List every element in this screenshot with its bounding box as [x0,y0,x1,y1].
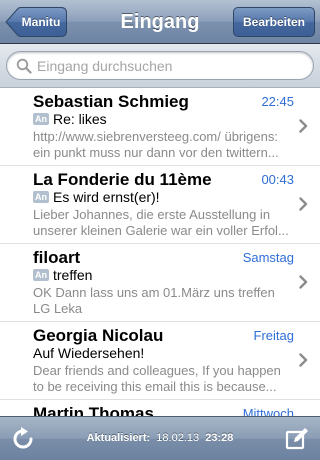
message-preview: Dear friends and colleagues, If you happ… [33,363,281,394]
replied-badge: An [33,113,49,126]
message-subject: Re: likes [53,111,107,127]
chevron-right-icon [299,353,308,367]
refresh-icon[interactable] [11,427,35,451]
message-preview: Lieber Johannes, die erste Ausstellung i… [33,207,289,238]
message-subject: treffen [53,267,93,283]
message-sender: Georgia Nicolau [33,326,164,345]
chevron-right-icon [299,197,308,211]
message-list[interactable]: Sebastian Schmieg 22:45 An Re: likes http… [0,88,320,416]
message-sender: filoart [33,248,81,267]
message-date: Mittwoch [242,406,294,416]
bottom-toolbar: Aktualisiert: 18.02.13 23:28 [0,416,320,460]
navigation-bar: Manitu Eingang Bearbeiten [0,0,320,44]
message-preview: http://www.siebrenversteeg.com/ übrigens… [33,129,279,160]
updated-time: 23:28 [205,432,234,444]
message-sender: La Fonderie du 11ème [33,170,212,189]
chevron-right-icon [299,119,308,133]
message-sender: Martin Thomas [33,404,154,416]
message-date: 00:43 [261,172,294,187]
message-sender: Sebastian Schmieg [33,92,189,111]
edit-button[interactable]: Bearbeiten [233,7,315,37]
search-icon [16,58,32,74]
message-subject-line: Auf Wiedersehen! [33,345,293,363]
message-row[interactable]: La Fonderie du 11ème 00:43 An Es wird ern… [0,166,320,244]
message-subject: Auf Wiedersehen! [33,345,145,361]
message-subject: Es wird ernst(er)! [53,189,160,205]
updated-label: Aktualisiert: [86,432,151,444]
message-row[interactable]: Sebastian Schmieg 22:45 An Re: likes http… [0,88,320,166]
search-input[interactable] [37,55,297,76]
message-row[interactable]: Georgia Nicolau Freitag Auf Wiedersehen!… [0,322,320,400]
message-date: 22:45 [261,94,294,109]
updated-date: 18.02.13 [156,432,200,444]
message-row[interactable]: filoart Samstag An treffen OK Dann lass u… [0,244,320,322]
message-subject-line: An Es wird ernst(er)! [33,189,293,207]
message-date: Samstag [242,250,294,265]
message-preview: OK Dann lass uns am 01.März uns treffen … [33,285,275,316]
replied-badge: An [33,269,49,282]
search-field[interactable] [6,51,314,80]
message-subject-line: An Re: likes [33,111,293,129]
message-subject-line: An treffen [33,267,293,285]
compose-icon[interactable] [285,427,309,451]
message-row[interactable]: Martin Thomas Mittwoch [0,400,320,416]
update-status: Aktualisiert: 18.02.13 23:28 [0,417,320,460]
search-bar [0,44,320,88]
message-date: Freitag [253,328,294,343]
chevron-right-icon [299,275,308,289]
replied-badge: An [33,191,49,204]
